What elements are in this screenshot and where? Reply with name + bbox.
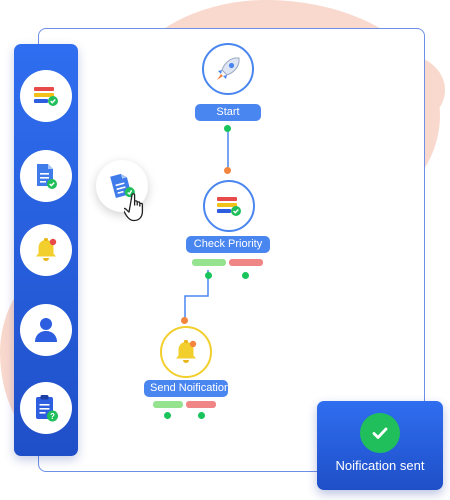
branch-false-bar	[186, 401, 216, 408]
send-notification-false-port[interactable]	[198, 412, 205, 419]
user-icon	[35, 318, 57, 342]
send-notification-input-port[interactable]	[181, 317, 188, 324]
check-priority-input-port[interactable]	[224, 167, 231, 174]
send-notification-true-port[interactable]	[164, 412, 171, 419]
sidebar-item-document[interactable]	[20, 150, 72, 202]
branch-false-bar	[229, 259, 263, 266]
check-priority-false-port[interactable]	[242, 272, 249, 279]
tool-sidebar: ?	[14, 44, 78, 456]
clipboard-question-icon: ?	[36, 395, 58, 422]
start-output-port[interactable]	[224, 125, 231, 132]
start-node[interactable]	[202, 43, 254, 95]
svg-text:?: ?	[50, 412, 55, 421]
check-priority-node[interactable]	[203, 180, 255, 232]
check-priority-true-port[interactable]	[205, 272, 212, 279]
sidebar-item-priority[interactable]	[20, 70, 72, 122]
priority-bars-icon	[34, 87, 58, 106]
rocket-icon	[217, 57, 240, 80]
bell-icon	[176, 340, 197, 363]
check-priority-node-label[interactable]: Check Priority	[186, 236, 270, 253]
toast-message: Noification sent	[335, 458, 425, 473]
sidebar-item-notification[interactable]	[20, 224, 72, 276]
branch-true-bar	[192, 259, 226, 266]
document-check-icon	[37, 164, 57, 189]
checkmark-icon	[360, 413, 400, 453]
bell-icon	[36, 238, 57, 261]
send-notification-node-label[interactable]: Send Noification	[144, 380, 230, 397]
start-node-label[interactable]: Start	[195, 104, 261, 121]
sidebar-item-clipboard[interactable]: ?	[20, 382, 72, 434]
sidebar-item-user[interactable]	[20, 304, 72, 356]
send-notification-node[interactable]	[160, 326, 212, 378]
branch-true-bar	[153, 401, 183, 408]
notification-sent-toast: Noification sent	[317, 401, 443, 490]
priority-bars-icon	[217, 197, 241, 216]
hand-cursor-icon	[124, 193, 144, 222]
